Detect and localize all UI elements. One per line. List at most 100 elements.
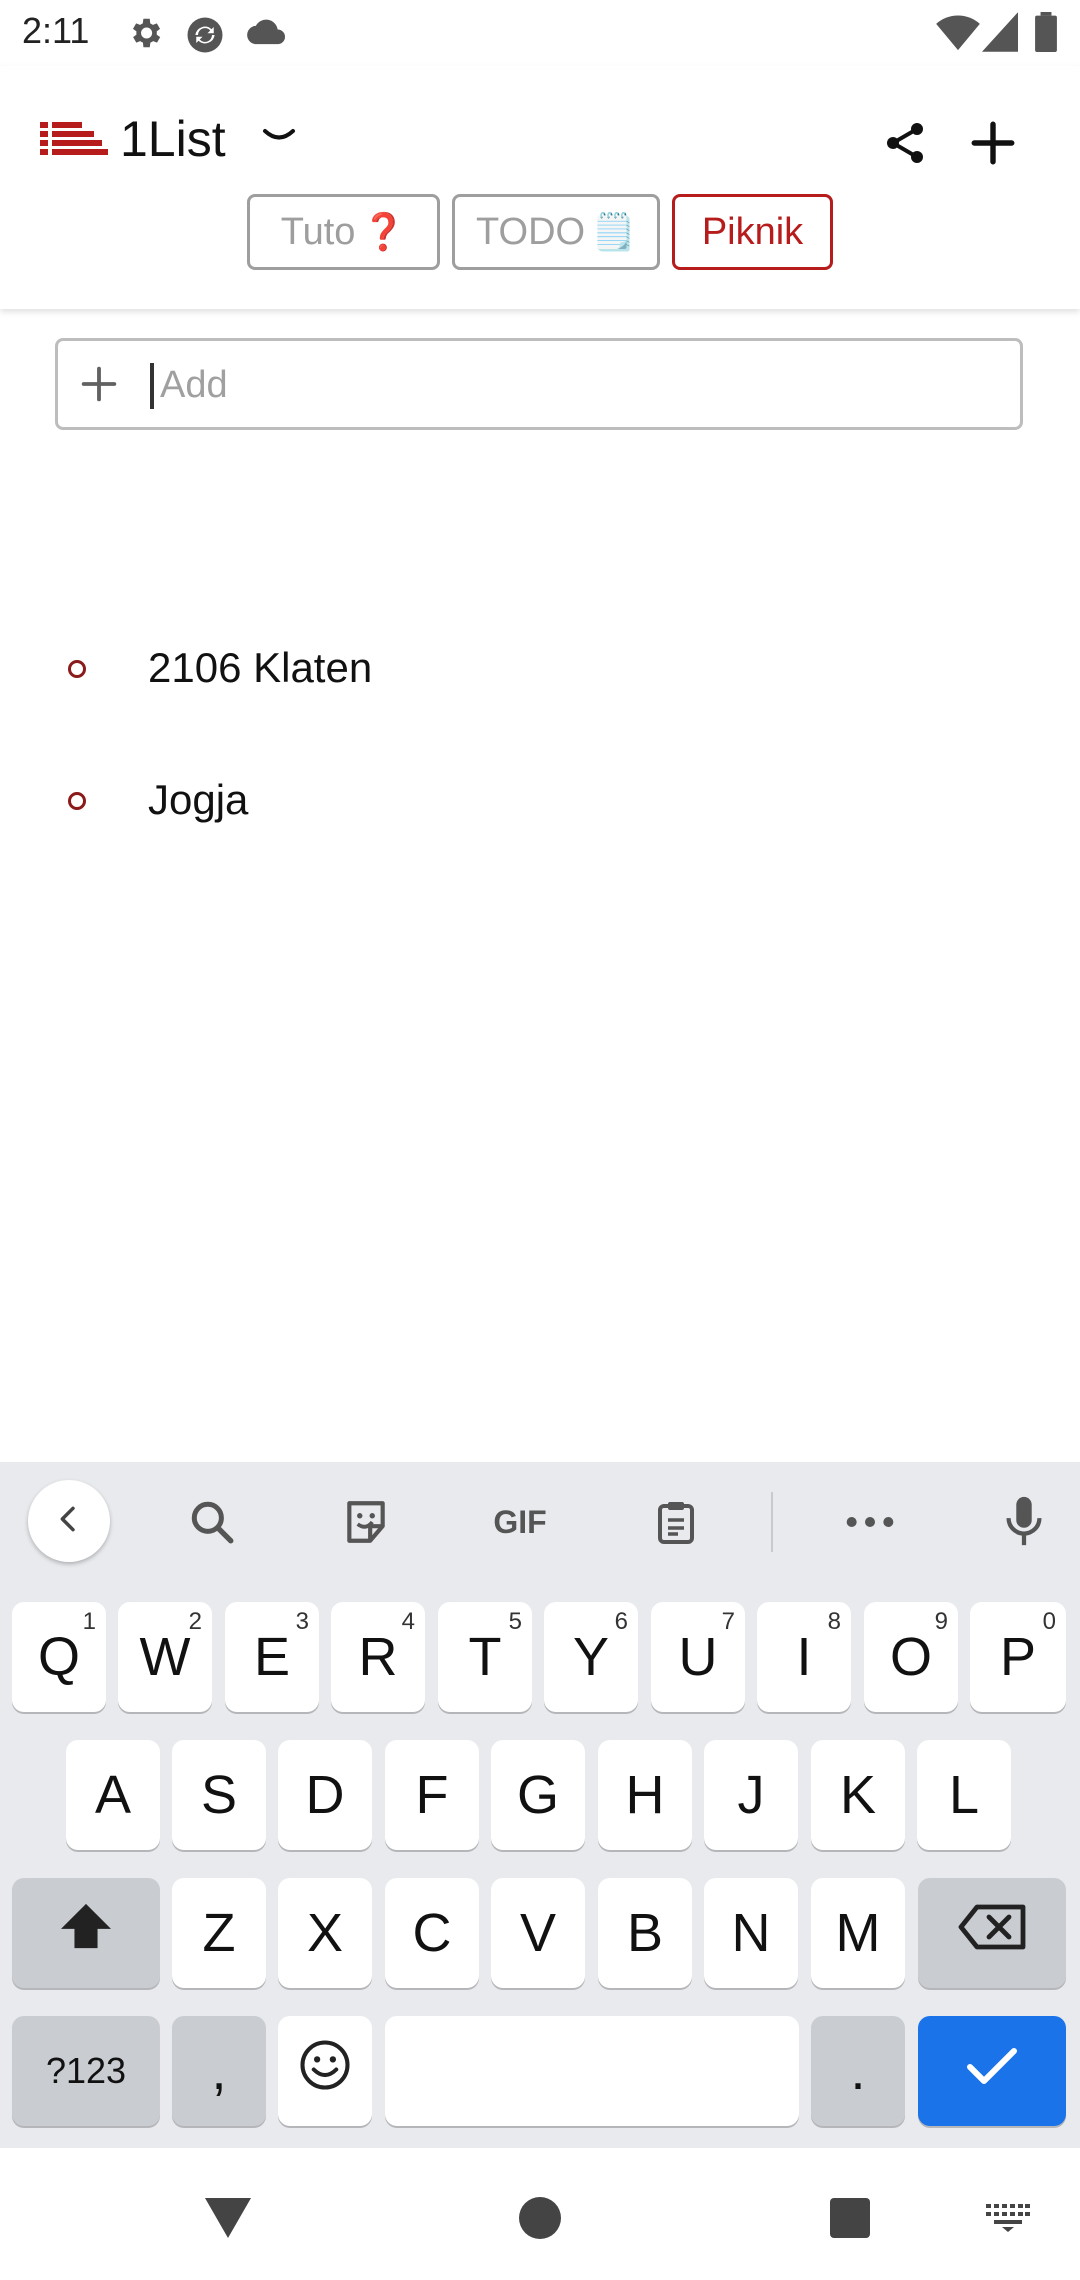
text-cursor — [150, 363, 154, 409]
period-key[interactable]: . — [811, 2016, 905, 2126]
key-b[interactable]: B — [598, 1878, 692, 1988]
key-g[interactable]: G — [491, 1740, 585, 1850]
key-hint: 5 — [508, 1608, 522, 1635]
comma-key[interactable]: , — [172, 2016, 266, 2126]
key-s[interactable]: S — [172, 1740, 266, 1850]
gif-icon[interactable]: GIF — [480, 1492, 560, 1552]
key-i[interactable]: I8 — [757, 1602, 851, 1712]
key-label: K — [839, 1765, 877, 1825]
tab-label: TODO — [476, 210, 586, 253]
key-u[interactable]: U7 — [651, 1602, 745, 1712]
key-w[interactable]: W2 — [118, 1602, 212, 1712]
clipboard-icon[interactable] — [646, 1492, 706, 1552]
sticker-icon[interactable] — [336, 1492, 396, 1552]
key-label: P — [999, 1627, 1037, 1687]
backspace-key[interactable] — [918, 1878, 1066, 1988]
nav-recents-icon[interactable] — [820, 2188, 880, 2248]
add-item-input[interactable] — [158, 341, 1002, 429]
key-label: D — [305, 1765, 345, 1825]
search-icon[interactable] — [182, 1492, 242, 1552]
key-label: O — [889, 1627, 932, 1687]
key-e[interactable]: E3 — [225, 1602, 319, 1712]
list-item[interactable]: 2106 Klaten — [0, 622, 1080, 722]
key-label: Z — [202, 1903, 236, 1963]
nav-home-icon[interactable] — [510, 2188, 570, 2248]
item-text[interactable]: Jogja — [148, 776, 248, 824]
question-emoji-icon: ❓ — [361, 211, 407, 252]
tab-piknik[interactable]: Piknik — [672, 194, 833, 270]
key-hint: 3 — [295, 1608, 309, 1635]
key-label: X — [306, 1903, 344, 1963]
key-c[interactable]: C — [385, 1878, 479, 1988]
plus-icon — [76, 361, 122, 412]
keyboard-toolbar: GIF — [0, 1462, 1080, 1582]
key-k[interactable]: K — [811, 1740, 905, 1850]
key-x[interactable]: X — [278, 1878, 372, 1988]
key-label: N — [731, 1903, 771, 1963]
key-label: S — [200, 1765, 238, 1825]
key-z[interactable]: Z — [172, 1878, 266, 1988]
chevron-down-icon[interactable] — [262, 126, 296, 151]
key-f[interactable]: F — [385, 1740, 479, 1850]
key-label: I — [796, 1627, 812, 1687]
key-label: M — [835, 1903, 881, 1963]
key-hint: 7 — [721, 1608, 735, 1635]
signal-icon — [982, 12, 1018, 57]
symbols-key[interactable]: ?123 — [12, 2016, 160, 2126]
done-key[interactable] — [918, 2016, 1066, 2126]
key-d[interactable]: D — [278, 1740, 372, 1850]
key-label: B — [626, 1903, 664, 1963]
emoji-icon — [298, 2038, 352, 2105]
key-y[interactable]: Y6 — [544, 1602, 638, 1712]
toolbar-divider — [771, 1492, 773, 1552]
key-hint: 2 — [188, 1608, 202, 1635]
key-n[interactable]: N — [704, 1878, 798, 1988]
list-logo-icon — [40, 122, 108, 161]
back-button[interactable] — [28, 1480, 110, 1562]
add-item-field[interactable] — [55, 338, 1023, 430]
key-h[interactable]: H — [598, 1740, 692, 1850]
keyboard-switch-icon[interactable] — [978, 2188, 1038, 2248]
key-r[interactable]: R4 — [331, 1602, 425, 1712]
nav-back-icon[interactable] — [198, 2188, 258, 2248]
battery-icon — [1034, 12, 1058, 57]
emoji-key[interactable] — [278, 2016, 372, 2126]
key-label: R — [358, 1627, 398, 1687]
add-icon — [968, 118, 1018, 173]
key-hint: 4 — [401, 1608, 415, 1635]
key-label: E — [253, 1627, 291, 1687]
space-key[interactable] — [385, 2016, 799, 2126]
back-icon — [53, 1503, 85, 1540]
key-label: W — [139, 1627, 191, 1687]
key-q[interactable]: Q1 — [12, 1602, 106, 1712]
key-v[interactable]: V — [491, 1878, 585, 1988]
key-hint: 9 — [934, 1608, 948, 1635]
key-p[interactable]: P0 — [970, 1602, 1066, 1712]
shift-key[interactable] — [12, 1878, 160, 1988]
backspace-icon — [957, 1902, 1027, 1964]
more-icon[interactable] — [840, 1492, 900, 1552]
key-o[interactable]: O9 — [864, 1602, 958, 1712]
share-button[interactable] — [870, 110, 940, 180]
key-j[interactable]: J — [704, 1740, 798, 1850]
add-list-button[interactable] — [958, 110, 1028, 180]
key-label: T — [468, 1627, 502, 1687]
app-title[interactable]: 1List — [120, 110, 226, 168]
key-label: A — [94, 1765, 132, 1825]
key-label: Q — [37, 1627, 80, 1687]
key-l[interactable]: L — [917, 1740, 1011, 1850]
key-m[interactable]: M — [811, 1878, 905, 1988]
tab-todo[interactable]: TODO 🗒️ — [452, 194, 660, 270]
list-item[interactable]: Jogja — [0, 754, 1080, 854]
key-label: H — [625, 1765, 665, 1825]
tab-label: Piknik — [701, 210, 804, 253]
key-label: U — [678, 1627, 718, 1687]
key-label: C — [412, 1903, 452, 1963]
checkmark-icon — [964, 2040, 1020, 2102]
status-time: 2:11 — [22, 10, 90, 51]
key-a[interactable]: A — [66, 1740, 160, 1850]
item-text[interactable]: 2106 Klaten — [148, 644, 372, 692]
mic-icon[interactable] — [994, 1492, 1054, 1552]
key-t[interactable]: T5 — [438, 1602, 532, 1712]
tab-tuto[interactable]: Tuto ❓ — [247, 194, 440, 270]
